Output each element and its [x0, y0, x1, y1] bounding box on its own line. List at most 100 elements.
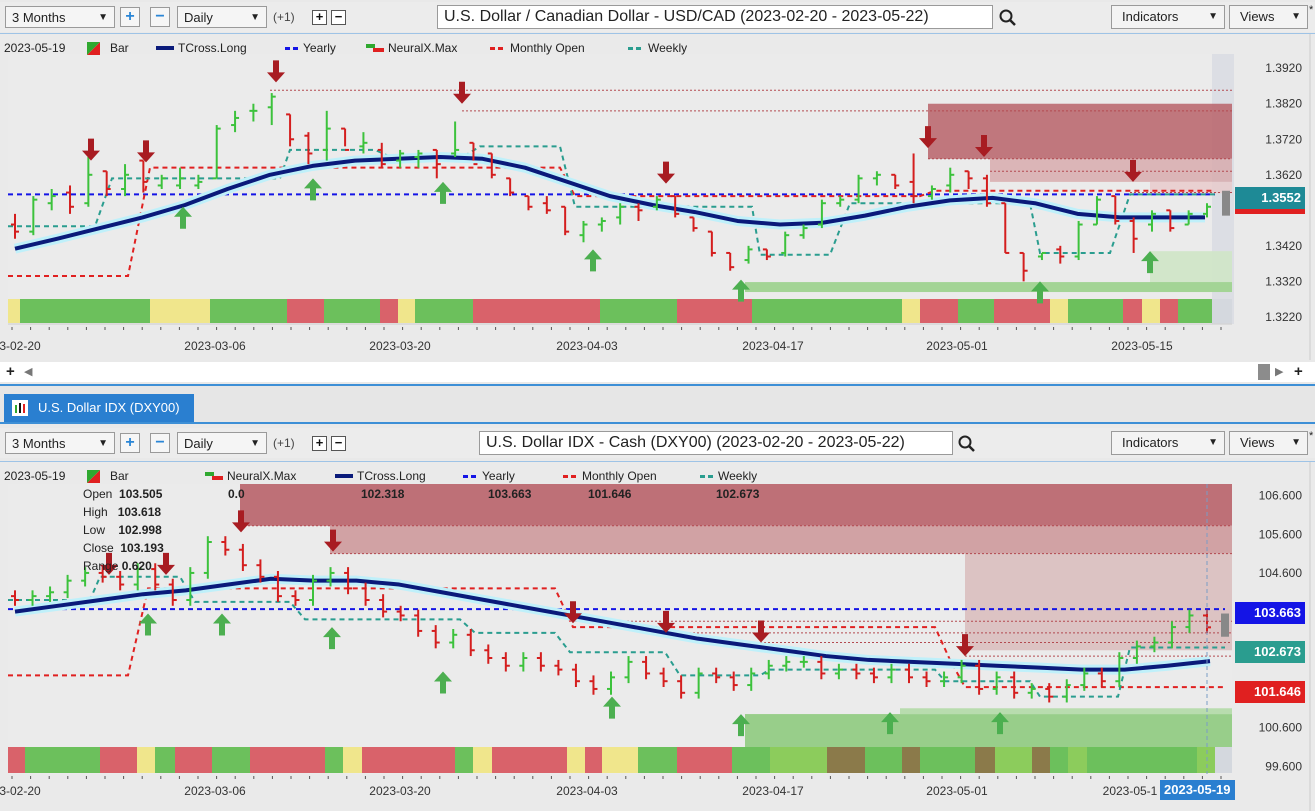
interval-value: Daily: [184, 436, 213, 451]
y-tick-label: 104.600: [1259, 566, 1303, 580]
legend-tcross: TCross.Long: [357, 469, 426, 483]
interval-select[interactable]: Daily ▼: [177, 6, 267, 28]
offset-minus-button[interactable]: −: [331, 10, 346, 25]
tcross-value: 102.318: [361, 487, 405, 501]
x-tick-label: 3-02-20: [0, 339, 41, 353]
signal-strip-segment: [212, 747, 250, 773]
signal-strip-segment: [150, 299, 210, 323]
legend-neuralx: NeuralX.Max: [388, 41, 458, 55]
signal-strip-segment: [732, 747, 770, 773]
yearly-swatch-icon: [285, 47, 298, 50]
interval-select[interactable]: Daily ▼: [177, 432, 267, 454]
symbol-title-input[interactable]: U.S. Dollar IDX - Cash (DXY00) (2023-02-…: [479, 431, 953, 455]
monthly-price-tag: [1235, 209, 1305, 214]
yearly-swatch-icon: [463, 475, 476, 478]
signal-strip-segment: [287, 299, 324, 323]
interval-value: Daily: [184, 10, 213, 25]
scroll-right-icon[interactable]: ▶: [1275, 365, 1283, 378]
zoom-out-button[interactable]: −: [150, 7, 170, 27]
last-price-tag: 1.3552: [1235, 187, 1305, 209]
bar-swatch-icon: [87, 42, 100, 55]
views-button[interactable]: Views ▼: [1229, 5, 1308, 29]
close-label: Close: [83, 541, 114, 555]
range-select[interactable]: 3 Months ▼: [5, 432, 115, 454]
signal-strip-segment: [1087, 747, 1197, 773]
symbol-title-input[interactable]: U.S. Dollar / Canadian Dollar - USD/CAD …: [437, 5, 993, 29]
top-toolbar: 3 Months ▼ + − Daily ▼ (+1) + − U.S. Dolla…: [0, 2, 1315, 32]
tcross-swatch-icon: [156, 46, 174, 50]
last-bar-marker: [1221, 613, 1229, 637]
x-tick-label: 2023-03-20: [369, 339, 431, 353]
signal-strip-segment: [1197, 747, 1215, 773]
signal-strip-segment: [902, 299, 920, 323]
scroll-left-icon[interactable]: ◀: [24, 365, 32, 378]
signal-strip-segment: [1215, 747, 1232, 773]
ohlc-readout: Open 103.505 High 103.618 Low 102.998 Cl…: [83, 485, 164, 575]
y-tick-label: 1.3920: [1265, 61, 1302, 75]
signal-strip-segment: [602, 747, 638, 773]
dxy-chart[interactable]: 106.600 105.600 104.600 100.600 99.600 3-02-2…: [0, 462, 1315, 811]
y-tick-label: 1.3420: [1265, 239, 1302, 253]
signal-strip-segment: [380, 299, 398, 323]
search-icon[interactable]: [957, 434, 977, 454]
legend-weekly: Weekly: [718, 469, 758, 483]
legend-date: 2023-05-19: [4, 469, 66, 483]
dxy-legend: 2023-05-19 Bar NeuralX.Max TCross.Long Y…: [0, 467, 780, 485]
signal-strip-segment: [210, 299, 287, 323]
search-icon[interactable]: [998, 8, 1018, 28]
chart-tab-icon: [12, 400, 28, 416]
tab-dxy-label: U.S. Dollar IDX (DXY00): [38, 400, 180, 415]
signal-strip-segment: [567, 747, 585, 773]
weekly-swatch-icon: [628, 47, 641, 50]
signal-strip-segment: [1068, 747, 1087, 773]
usdcad-scrollbar[interactable]: + ◀ ▶ +: [0, 362, 1315, 382]
range-label: Range: [83, 559, 119, 573]
open-label: Open: [83, 487, 113, 501]
resistance-zone: [990, 158, 1232, 182]
signal-strip-segment: [20, 299, 150, 323]
chevron-down-icon: ▼: [1291, 11, 1301, 22]
tab-dxy[interactable]: U.S. Dollar IDX (DXY00): [4, 394, 194, 422]
chevron-down-icon: ▼: [1291, 437, 1301, 448]
views-button[interactable]: Views ▼: [1229, 431, 1308, 455]
signal-strip-segment: [398, 299, 415, 323]
bar-swatch-icon: [87, 470, 100, 483]
indicators-button[interactable]: Indicators ▼: [1111, 5, 1225, 29]
usdcad-chart[interactable]: 1.3920 1.3820 1.3720 1.3620 1.3420 1.3320 1.32…: [0, 34, 1315, 360]
signal-strip-segment: [1160, 299, 1178, 323]
legend-monthly-open: Monthly Open: [582, 469, 657, 483]
last-bar-marker: [1222, 190, 1230, 216]
signal-strip-segment: [958, 299, 994, 323]
range-select[interactable]: 3 Months ▼: [5, 6, 115, 28]
zoom-in-button[interactable]: +: [120, 433, 140, 453]
zoom-out-button[interactable]: −: [150, 433, 170, 453]
high-label: High: [83, 505, 108, 519]
legend-yearly: Yearly: [482, 469, 515, 483]
scrollbar-thumb[interactable]: [1258, 364, 1270, 380]
offset-minus-button[interactable]: −: [331, 436, 346, 451]
expand-right-icon[interactable]: +: [1294, 363, 1303, 380]
signal-strip-segment: [25, 747, 100, 773]
zoom-in-button[interactable]: +: [120, 7, 140, 27]
signal-strip-segment: [638, 747, 677, 773]
expand-left-icon[interactable]: +: [6, 363, 15, 380]
signal-strip-segment: [250, 747, 325, 773]
range-value: 3 Months: [12, 436, 66, 451]
x-tick-label: 2023-04-03: [556, 784, 618, 798]
offset-plus-button[interactable]: +: [312, 436, 327, 451]
open-value: 103.505: [119, 487, 163, 501]
offset-plus-button[interactable]: +: [312, 10, 327, 25]
resistance-zone: [928, 103, 1232, 159]
signal-strip-segment: [1212, 299, 1232, 323]
signal-strip-segment: [920, 299, 958, 323]
yearly-price-tag: 103.663: [1235, 602, 1305, 624]
indicators-button[interactable]: Indicators ▼: [1111, 431, 1225, 455]
x-tick-label: 2023-03-06: [184, 339, 246, 353]
crosshair-date-tag: 2023-05-19: [1160, 780, 1235, 800]
monthly-swatch-icon: [563, 475, 576, 478]
signal-strip-segment: [473, 299, 600, 323]
offset-label: (+1): [273, 10, 295, 24]
indicators-label: Indicators: [1122, 9, 1179, 24]
signal-strip-segment: [920, 747, 975, 773]
x-tick-label: 2023-03-20: [369, 784, 431, 798]
